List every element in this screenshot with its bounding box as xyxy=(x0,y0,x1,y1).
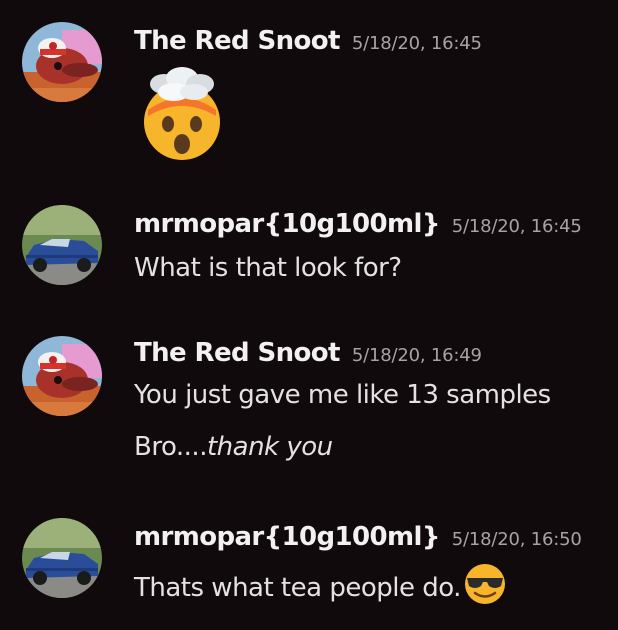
message-text-second-line: Bro....thank you xyxy=(134,432,333,462)
username[interactable]: The Red Snoot xyxy=(134,26,340,56)
blue-car-avatar-icon[interactable] xyxy=(22,518,102,598)
username[interactable]: The Red Snoot xyxy=(134,338,340,368)
message-text: You just gave me like 13 samples xyxy=(134,380,551,410)
red-snoot-avatar-icon[interactable] xyxy=(22,22,102,102)
message-text-prefix: Bro.... xyxy=(134,432,207,462)
message-text: What is that look for? xyxy=(134,253,402,283)
username[interactable]: mrmopar{10g100ml} xyxy=(134,209,440,239)
timestamp[interactable]: 5/18/20, 16:49 xyxy=(352,345,482,366)
message-2: mrmopar{10g100ml} 5/18/20, 16:45 What is … xyxy=(0,205,618,305)
message-4: mrmopar{10g100ml} 5/18/20, 16:50 Thats wh… xyxy=(0,518,618,618)
blue-car-avatar-icon[interactable] xyxy=(22,205,102,285)
message-header: mrmopar{10g100ml} 5/18/20, 16:50 xyxy=(134,522,582,552)
exploding-head-emoji-icon[interactable] xyxy=(134,66,230,162)
red-snoot-avatar-icon[interactable] xyxy=(22,336,102,416)
message-1: The Red Snoot 5/18/20, 16:45 xyxy=(0,0,618,180)
message-text: Thats what tea people do. xyxy=(134,562,507,606)
timestamp[interactable]: 5/18/20, 16:50 xyxy=(452,529,582,550)
message-header: The Red Snoot 5/18/20, 16:45 xyxy=(134,26,482,56)
message-3: The Red Snoot 5/18/20, 16:49 You just gav… xyxy=(0,336,618,476)
message-text-italic: thank you xyxy=(206,432,333,462)
username[interactable]: mrmopar{10g100ml} xyxy=(134,522,440,552)
message-header: The Red Snoot 5/18/20, 16:49 xyxy=(134,338,482,368)
message-header: mrmopar{10g100ml} 5/18/20, 16:45 xyxy=(134,209,582,239)
timestamp[interactable]: 5/18/20, 16:45 xyxy=(352,33,482,54)
message-text-body: Thats what tea people do. xyxy=(134,573,461,603)
timestamp[interactable]: 5/18/20, 16:45 xyxy=(452,216,582,237)
sunglasses-face-emoji-icon xyxy=(463,562,507,606)
